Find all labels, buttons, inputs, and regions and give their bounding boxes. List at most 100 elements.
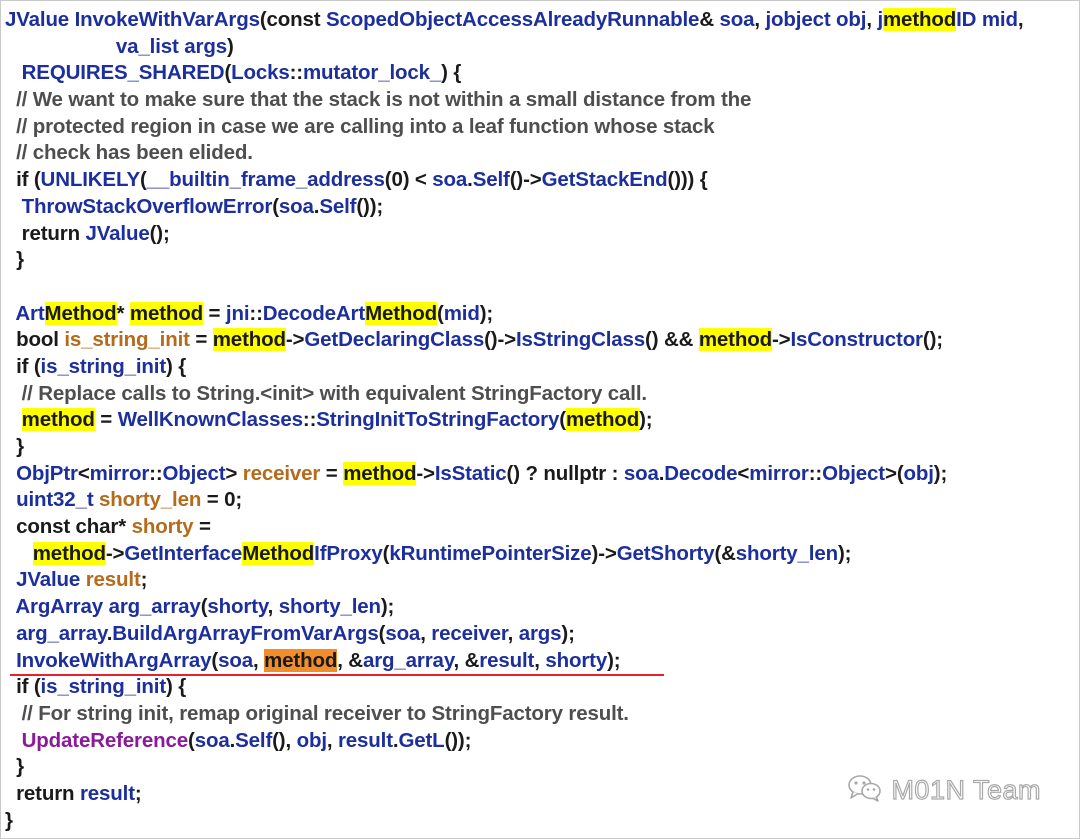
code-token: args [518, 621, 562, 645]
highlighted-token: method [21, 408, 95, 432]
code-token: GetDeclaringClass [304, 328, 485, 352]
code-token: soa [278, 194, 314, 218]
code-token: ())) { [667, 168, 708, 192]
code-token: soa [432, 168, 468, 192]
code-token: __builtin_frame_address [146, 168, 385, 192]
code-token: mid [443, 301, 480, 325]
code-line: // We want to make sure that the stack i… [5, 87, 1023, 114]
code-line: UpdateReference(soa.Self(), obj, result.… [5, 728, 1023, 755]
code-token: (); [922, 328, 943, 352]
code-token: ArgArray [15, 595, 104, 619]
code-token: obj [836, 8, 867, 31]
code-token: shorty [545, 648, 608, 672]
code-token: ( [139, 168, 147, 192]
code-token: (); [149, 221, 170, 245]
code-line: } [5, 247, 1023, 274]
code-line: ArtMethod* method = jni::DecodeArtMethod… [5, 301, 1023, 328]
code-token: arg_array [108, 595, 201, 619]
code-token: if ( [5, 675, 41, 699]
code-token: ()); [356, 194, 384, 218]
code-line: const char* shorty = [5, 514, 1023, 541]
code-line: // check has been elided. [5, 140, 1023, 167]
code-line: // Replace calls to String.<init> with e… [5, 381, 1023, 408]
code-token: ScopedObjectAccessAlreadyRunnable [326, 8, 700, 31]
code-token: ( [437, 301, 444, 325]
code-token: // We want to make sure that the stack i… [5, 88, 752, 112]
code-token: ); [561, 621, 575, 645]
code-token: ()-> [509, 168, 542, 192]
code-token: , [252, 648, 265, 672]
code-token: // protected region in case we are calli… [5, 114, 715, 138]
code-token: ( [272, 194, 279, 218]
code-token: -> [105, 541, 125, 565]
code-token: jobject [765, 8, 831, 31]
code-token: obj [903, 461, 934, 485]
code-token: :: [289, 61, 304, 85]
code-token: >( [885, 461, 904, 485]
code-token: is_string_init [40, 354, 167, 378]
code-token: :: [249, 301, 263, 325]
code-token: > [225, 461, 243, 485]
code-token: , [866, 8, 878, 31]
code-token: ) { [441, 61, 462, 85]
code-screenshot: JValue InvokeWithVarArgs(const ScopedObj… [0, 0, 1080, 839]
code-token: JValue [85, 221, 150, 245]
code-token: kRuntimePointerSize [389, 541, 592, 565]
code-line: ThrowStackOverflowError(soa.Self()); [5, 194, 1023, 221]
code-token: WellKnownClasses [117, 408, 303, 432]
code-token: , [267, 595, 279, 619]
code-token: mid [981, 8, 1018, 31]
code-token: () && [645, 328, 699, 352]
code-token: args [184, 34, 227, 58]
code-token: = [189, 328, 213, 352]
code-token: soa [623, 461, 659, 485]
code-token: receiver [242, 461, 321, 485]
code-token: -> [285, 328, 305, 352]
code-token: ( [188, 728, 195, 752]
highlighted-token: method [212, 328, 286, 352]
code-token: -> [771, 328, 791, 352]
code-token: Object [822, 461, 885, 485]
watermark: M01N Team [847, 773, 1041, 808]
highlighted-token: Method [365, 301, 438, 325]
code-token: soa [719, 8, 755, 31]
code-token: } [5, 248, 24, 272]
code-token: ); [607, 648, 621, 672]
code-token: BuildArgArrayFromVarArgs [112, 621, 379, 645]
highlighted-token: method [32, 541, 106, 565]
code-token: , & [453, 648, 480, 672]
code-token: JValue [5, 8, 70, 31]
code-token: mirror [89, 461, 150, 485]
code-token: is_string_init [64, 328, 190, 352]
code-token: const char* [5, 515, 132, 539]
code-token: , [507, 621, 519, 645]
highlighted-token: method [698, 328, 772, 352]
code-token: < [77, 461, 90, 485]
highlighted-token: method [565, 408, 640, 432]
code-token: soa [385, 621, 421, 645]
code-token: UpdateReference [21, 728, 189, 752]
code-token: ; [134, 781, 142, 805]
code-token: () ? nullptr : [506, 461, 624, 485]
code-token: soa [218, 648, 253, 672]
code-line: if (is_string_init) { [5, 354, 1023, 381]
code-line: // For string init, remap original recei… [5, 701, 1023, 728]
code-token: obj [296, 728, 327, 752]
code-line: } [5, 434, 1023, 461]
code-token: shorty [207, 595, 268, 619]
code-token: (0) < [384, 168, 433, 192]
code-token: bool [5, 328, 65, 352]
code-token: if ( [5, 168, 41, 192]
code-token: uint32_t [16, 488, 94, 512]
code-token: ); [837, 541, 852, 565]
code-token: return [5, 221, 86, 245]
code-token: InvokeWithVarArgs [69, 8, 260, 31]
code-token: = [320, 461, 344, 485]
code-token: ( [559, 408, 566, 432]
code-token: ); [479, 301, 494, 325]
